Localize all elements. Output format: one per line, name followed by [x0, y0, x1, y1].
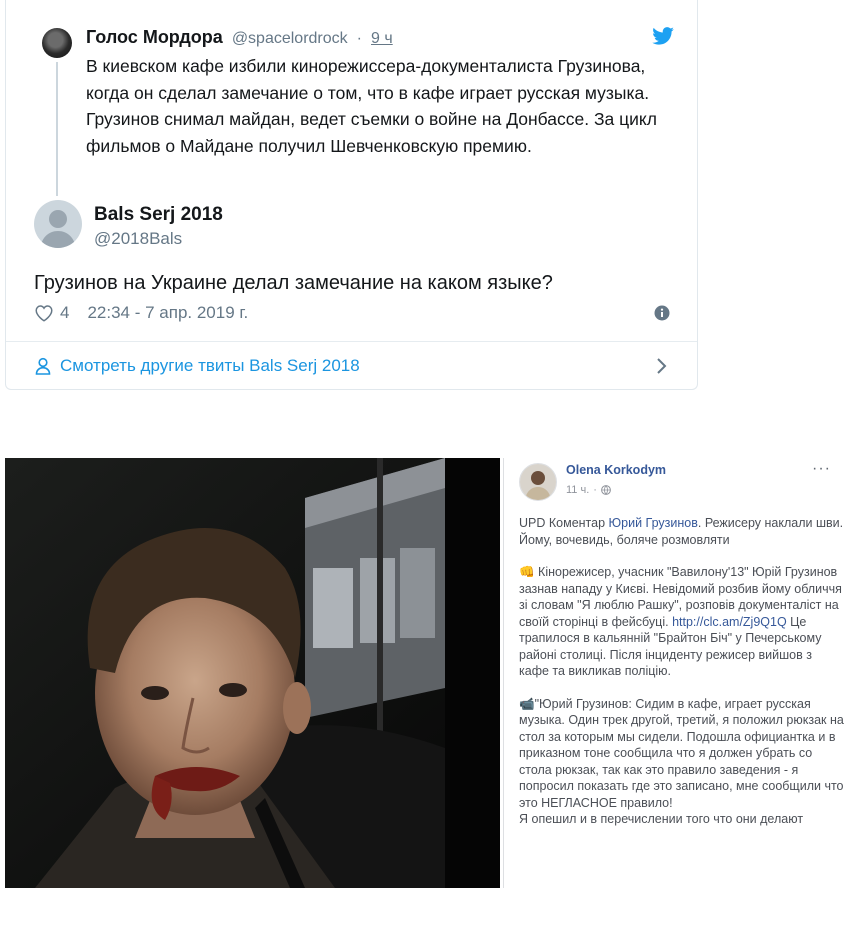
tweet-timestamp[interactable]: 22:34 - 7 апр. 2019 г. — [87, 303, 248, 323]
tweet-card: Голос Мордора @spacelordrock · 9 ч В кие… — [5, 0, 698, 390]
reply-tweet-text: Грузинов на Украине делал замечание на к… — [34, 272, 553, 294]
fb-paragraph-2: 👊 Кінорежисер, учасник "Вавилону'13" Юрі… — [519, 564, 845, 680]
thread-line — [56, 62, 58, 196]
injured-man-photo — [5, 458, 500, 888]
default-avatar-icon — [40, 210, 76, 248]
fb-post-time[interactable]: 11 ч. — [566, 484, 589, 496]
heart-icon[interactable] — [34, 304, 54, 322]
chevron-right-icon[interactable] — [655, 356, 669, 376]
quoted-tweet-header: Голос Мордора @spacelordrock · 9 ч — [86, 27, 393, 48]
globe-icon — [601, 485, 611, 495]
fist-emoji-icon: 👊 — [519, 565, 535, 579]
fb-author-name[interactable]: Olena Korkodym — [566, 463, 666, 477]
fb-more-options[interactable]: ··· — [812, 460, 831, 478]
reply-author-name[interactable]: Bals Serj 2018 — [94, 204, 223, 226]
reply-author-handle[interactable]: @2018Bals — [94, 229, 182, 249]
fb-paragraph-1: UPD Коментар Юрий Грузинов. Режисеру нак… — [519, 515, 845, 548]
fb-post-body: UPD Коментар Юрий Грузинов. Режисеру нак… — [519, 515, 845, 844]
tweet-meta-row: 4 22:34 - 7 апр. 2019 г. — [34, 303, 248, 323]
avatar-image — [520, 464, 556, 500]
twitter-bird-icon[interactable] — [652, 27, 674, 45]
reply-author-avatar[interactable] — [34, 200, 82, 248]
fb-mention-link[interactable]: Юрий Грузинов — [609, 516, 698, 530]
video-camera-emoji-icon: 📹 — [519, 696, 535, 711]
quoted-author-handle[interactable]: @spacelordrock — [232, 30, 348, 47]
fb-paragraph-3: 📹"Юрий Грузинов: Сидим в кафе, играет ру… — [519, 696, 845, 812]
quoted-tweet-text: В киевском кафе избили кинорежиссера-док… — [86, 56, 657, 156]
photo-illustration — [5, 458, 500, 888]
quoted-tweet-time[interactable]: 9 ч — [371, 30, 393, 47]
header-separator: · — [356, 30, 362, 47]
quoted-author-avatar[interactable] — [42, 28, 72, 58]
fb-p1-prefix: UPD Коментар — [519, 516, 609, 530]
person-icon — [35, 357, 51, 375]
fb-url-link[interactable]: http://clc.am/Zj9Q1Q — [672, 615, 787, 629]
fb-paragraph-4: Я опешил и в перечислении того что они д… — [519, 812, 804, 826]
facebook-post: Olena Korkodym 11 ч. · ··· UPD Коментар … — [503, 458, 848, 888]
more-tweets-label[interactable]: Смотреть другие твиты Bals Serj 2018 — [60, 356, 360, 376]
fb-post-time-row: 11 ч. · — [566, 484, 611, 496]
fb-time-separator: · — [593, 484, 597, 496]
quoted-author-name[interactable]: Голос Мордора — [86, 27, 223, 47]
fb-p3-text: "Юрий Грузинов: Сидим в кафе, играет рус… — [519, 696, 844, 810]
like-count: 4 — [60, 303, 70, 322]
info-icon[interactable] — [654, 305, 670, 321]
card-divider — [6, 341, 697, 342]
more-tweets-link[interactable]: Смотреть другие твиты Bals Serj 2018 — [34, 356, 360, 376]
fb-author-avatar[interactable] — [519, 463, 557, 501]
